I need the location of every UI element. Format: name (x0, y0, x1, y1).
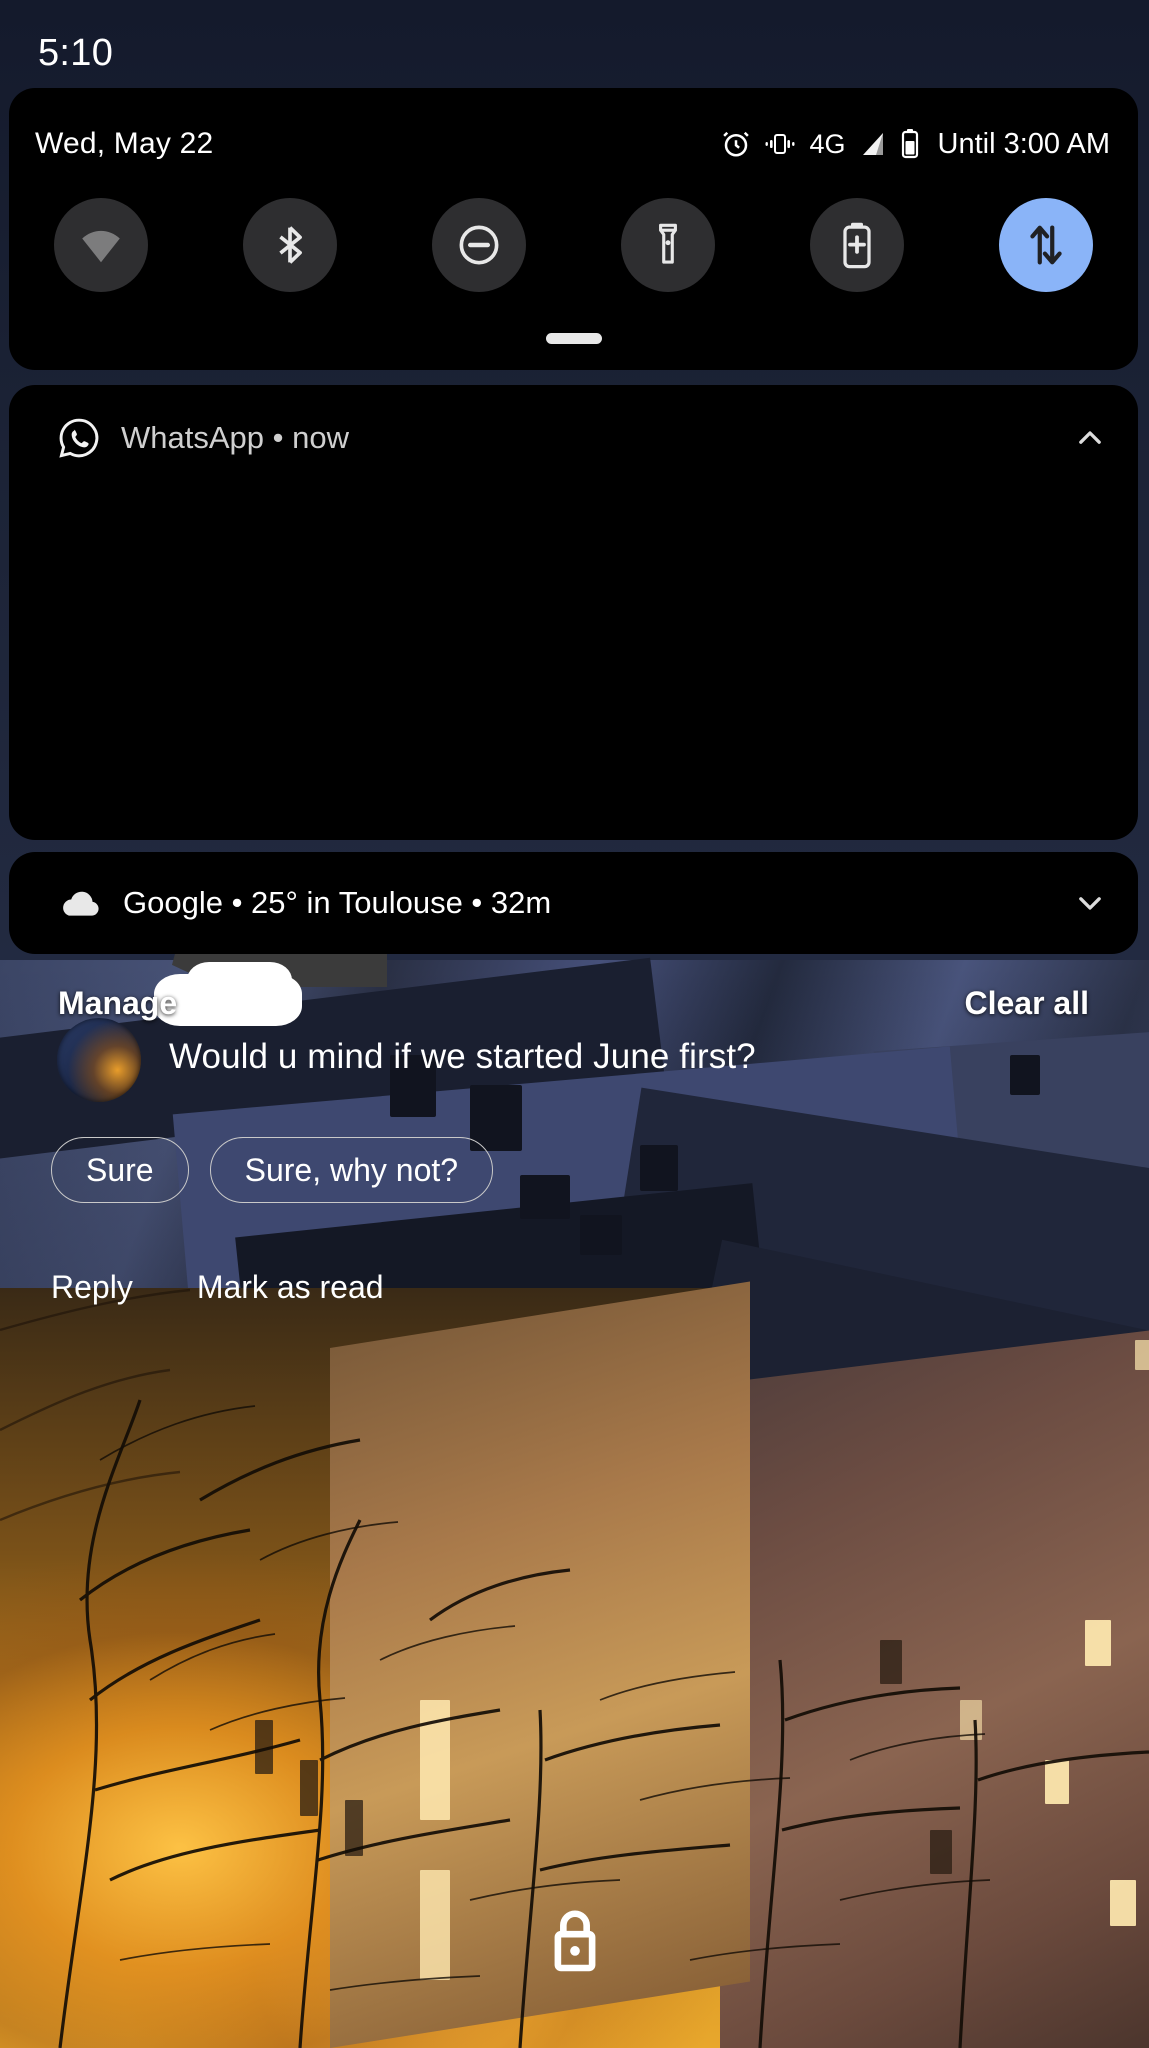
wallpaper-building-left (330, 1281, 750, 2048)
status-icon-group: 4G Until 3:00 AM (721, 128, 1110, 161)
lock-icon[interactable] (543, 1905, 607, 1975)
chevron-up-icon[interactable] (1070, 418, 1110, 458)
wallpaper-window (300, 1760, 318, 1816)
chevron-down-icon[interactable] (1070, 883, 1110, 923)
quick-settings-panel: Wed, May 22 4G Until 3:00 AM (9, 88, 1138, 370)
wallpaper-window (420, 1870, 450, 1980)
whatsapp-icon (57, 416, 101, 460)
mark-as-read-button[interactable]: Mark as read (197, 1269, 384, 1306)
smart-reply-row: Sure Sure, why not? (51, 1137, 494, 1203)
wallpaper-chimney (1010, 1055, 1040, 1095)
notification-app-line: Google • 25° in Toulouse • 32m (123, 885, 552, 920)
smart-reply-button[interactable]: Sure (51, 1137, 189, 1203)
status-date: Wed, May 22 (35, 127, 214, 160)
qs-tile-battery-saver[interactable] (810, 198, 904, 292)
wallpaper-window (930, 1830, 952, 1874)
manage-button[interactable]: Manage (58, 985, 177, 1022)
wallpaper-chimney (580, 1215, 622, 1255)
notification-header: WhatsApp • now (9, 413, 1138, 463)
notification-action-row: Reply Mark as read (51, 1269, 384, 1306)
wallpaper-chimney (640, 1145, 678, 1191)
quick-settings-drag-handle[interactable] (545, 333, 602, 344)
wallpaper-window (880, 1640, 902, 1684)
qs-tile-do-not-disturb[interactable] (432, 198, 526, 292)
alarm-icon (721, 129, 751, 159)
wallpaper-window (1135, 1340, 1149, 1370)
vibrate-icon (764, 130, 796, 158)
quick-settings-tile-row (9, 198, 1138, 292)
notification-message-text: Would u mind if we started June first? (169, 1037, 756, 1076)
wallpaper-window (345, 1800, 363, 1856)
quick-settings-status-row: Wed, May 22 4G Until 3:00 AM (9, 124, 1138, 164)
notification-google-weather[interactable]: Google • 25° in Toulouse • 32m (9, 852, 1138, 954)
wallpaper-chimney (520, 1175, 570, 1219)
wallpaper-window (960, 1700, 982, 1740)
wallpaper-window (1085, 1620, 1111, 1666)
clear-all-button[interactable]: Clear all (964, 985, 1089, 1022)
cloud-icon (57, 880, 103, 926)
notification-whatsapp[interactable]: WhatsApp • now Would u mind if we starte… (9, 385, 1138, 1305)
wallpaper-window (420, 1700, 450, 1820)
wallpaper-window (1110, 1880, 1136, 1926)
qs-tile-flashlight[interactable] (621, 198, 715, 292)
wallpaper-window (255, 1720, 273, 1774)
lockscreen-clock: 5:10 (38, 32, 114, 74)
wallpaper-window (1045, 1760, 1069, 1804)
reply-button[interactable]: Reply (51, 1269, 133, 1306)
notification-app-line: WhatsApp • now (121, 420, 349, 455)
qs-tile-mobile-data[interactable] (999, 198, 1093, 292)
battery-estimate-label: Until 3:00 AM (937, 127, 1110, 160)
qs-tile-bluetooth[interactable] (243, 198, 337, 292)
qs-tile-wifi[interactable] (54, 198, 148, 292)
network-type-label: 4G (809, 128, 846, 159)
battery-icon (900, 129, 920, 159)
smart-reply-button[interactable]: Sure, why not? (209, 1137, 494, 1203)
signal-icon (859, 131, 887, 157)
notification-shade-footer: Manage Clear all (0, 975, 1149, 1031)
